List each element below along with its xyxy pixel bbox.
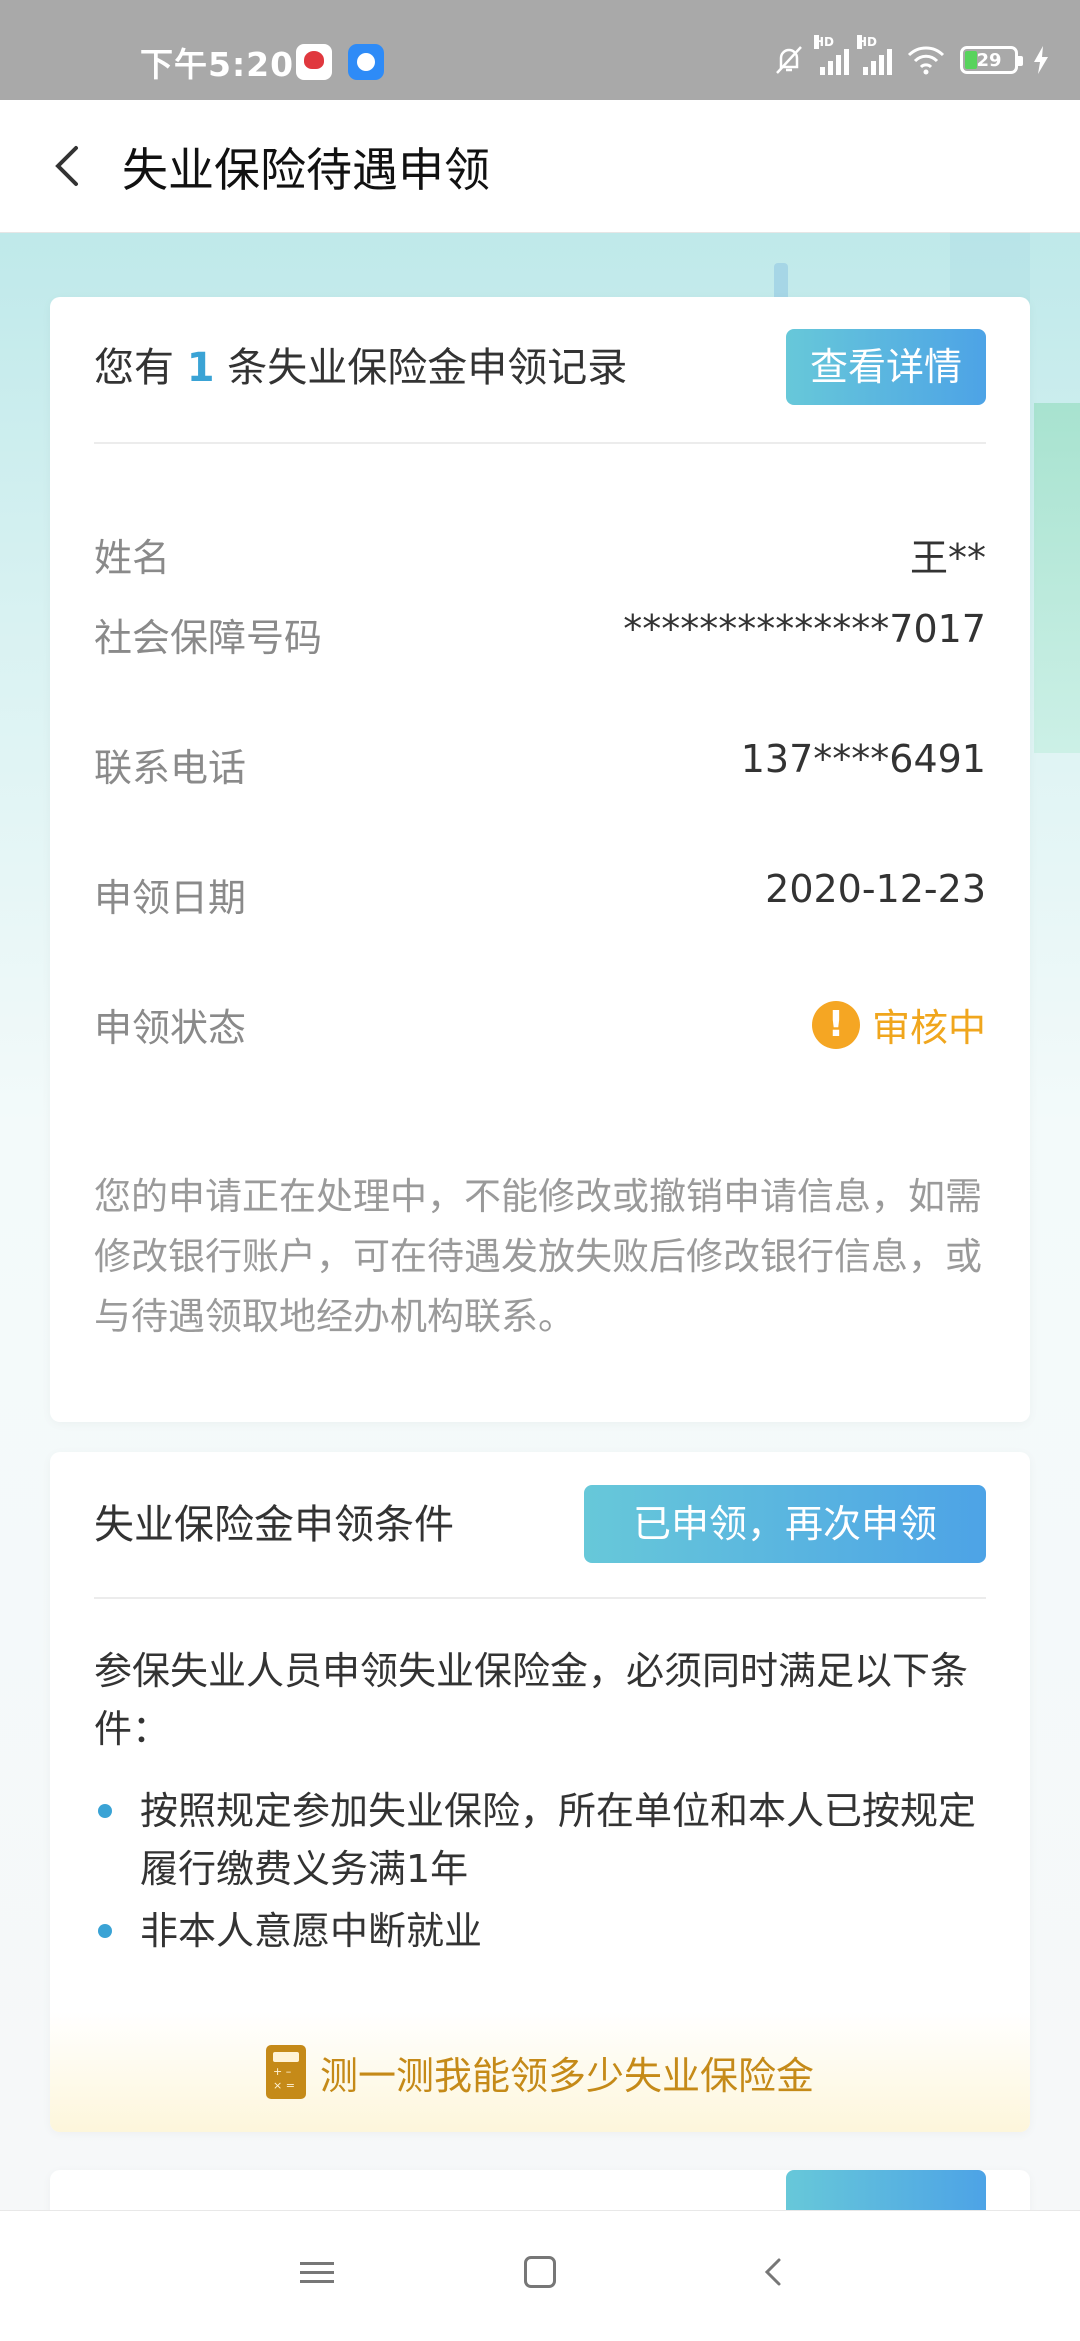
field-value: 137****6491 (740, 737, 986, 781)
wifi-icon (907, 46, 945, 75)
field-label: 社会保障号码 (94, 616, 323, 660)
conditions-card-header: 失业保险金申领条件 已申领，再次申领 (94, 1452, 986, 1599)
signal-icon-2: HD (857, 35, 892, 75)
signal-icon-1: HD (814, 35, 849, 75)
list-item: 按照规定参加失业保险，所在单位和本人已按规定履行缴费义务满1年 (94, 1782, 986, 1898)
view-details-button[interactable]: 查看详情 (786, 329, 986, 405)
field-label: 姓名 (94, 536, 171, 580)
back-button[interactable] (40, 136, 100, 196)
field-row-date: 申领日期 2020-12-23 (94, 867, 986, 927)
conditions-title: 失业保险金申领条件 (94, 1502, 454, 1548)
field-value: 王** (909, 536, 986, 580)
field-label: 申领状态 (94, 1006, 247, 1050)
calculator-icon (265, 2045, 306, 2099)
status-bar: 下午5:20 HD HD 29 (0, 0, 1080, 100)
charging-bolt-icon (1034, 46, 1048, 74)
system-nav-bar (0, 2210, 1080, 2341)
record-card-header: 您有 1 条失业保险金申领记录 查看详情 (94, 297, 986, 444)
field-row-name: 姓名 王** (94, 527, 986, 587)
app-notification-icon-2 (348, 44, 384, 80)
field-row-status: 申领状态 ! 审核中 (94, 997, 986, 1057)
field-row-social-security-number: 社会保障号码 **************7017 (94, 607, 986, 667)
calculator-link-text: 测一测我能领多少失业保险金 (319, 2053, 814, 2098)
app-header: 失业保险待遇申领 (0, 100, 1080, 233)
list-item: 非本人意愿中断就业 (94, 1902, 986, 1960)
application-record-card: 您有 1 条失业保险金申领记录 查看详情 姓名 王** 社会保障号码 *****… (50, 297, 1030, 1422)
conditions-list: 按照规定参加失业保险，所在单位和本人已按规定履行缴费义务满1年 非本人意愿中断就… (94, 1782, 986, 1964)
mute-bell-icon (776, 46, 802, 74)
field-value: **************7017 (623, 607, 986, 651)
recent-apps-button[interactable] (300, 2256, 334, 2290)
field-label: 申领日期 (94, 876, 247, 920)
reapply-button[interactable]: 已申领，再次申领 (584, 1485, 986, 1563)
system-back-button[interactable] (756, 2254, 792, 2290)
status-text: 审核中 (871, 1006, 986, 1050)
status-badge: ! 审核中 (811, 997, 986, 1052)
app-notification-icon (296, 44, 332, 80)
home-button[interactable] (524, 2256, 556, 2288)
conditions-intro: 参保失业人员申领失业保险金，必须同时满足以下条件： (94, 1649, 969, 1751)
record-summary: 您有 1 条失业保险金申领记录 (94, 345, 628, 391)
field-value: 2020-12-23 (765, 867, 986, 911)
benefit-calculator-link[interactable]: 测一测我能领多少失业保险金 (50, 2012, 1030, 2132)
field-row-phone: 联系电话 137****6491 (94, 737, 986, 797)
warning-icon: ! (811, 1000, 860, 1049)
conditions-card: 失业保险金申领条件 已申领，再次申领 参保失业人员申领失业保险金，必须同时满足以… (50, 1452, 1030, 2132)
chevron-left-icon (55, 146, 78, 186)
status-time: 下午5:20 (140, 45, 295, 84)
record-count: 1 (186, 345, 215, 391)
bullet-icon (98, 1804, 112, 1818)
processing-notice: 您的申请正在处理中，不能修改或撤销申请信息，如需修改银行账户，可在待遇发放失败后… (94, 1175, 982, 1338)
page-title: 失业保险待遇申领 (122, 143, 490, 197)
bullet-icon (98, 1924, 112, 1938)
decorative-building-2 (1034, 403, 1080, 753)
field-label: 联系电话 (94, 746, 247, 790)
battery-icon: 29 (960, 46, 1023, 74)
